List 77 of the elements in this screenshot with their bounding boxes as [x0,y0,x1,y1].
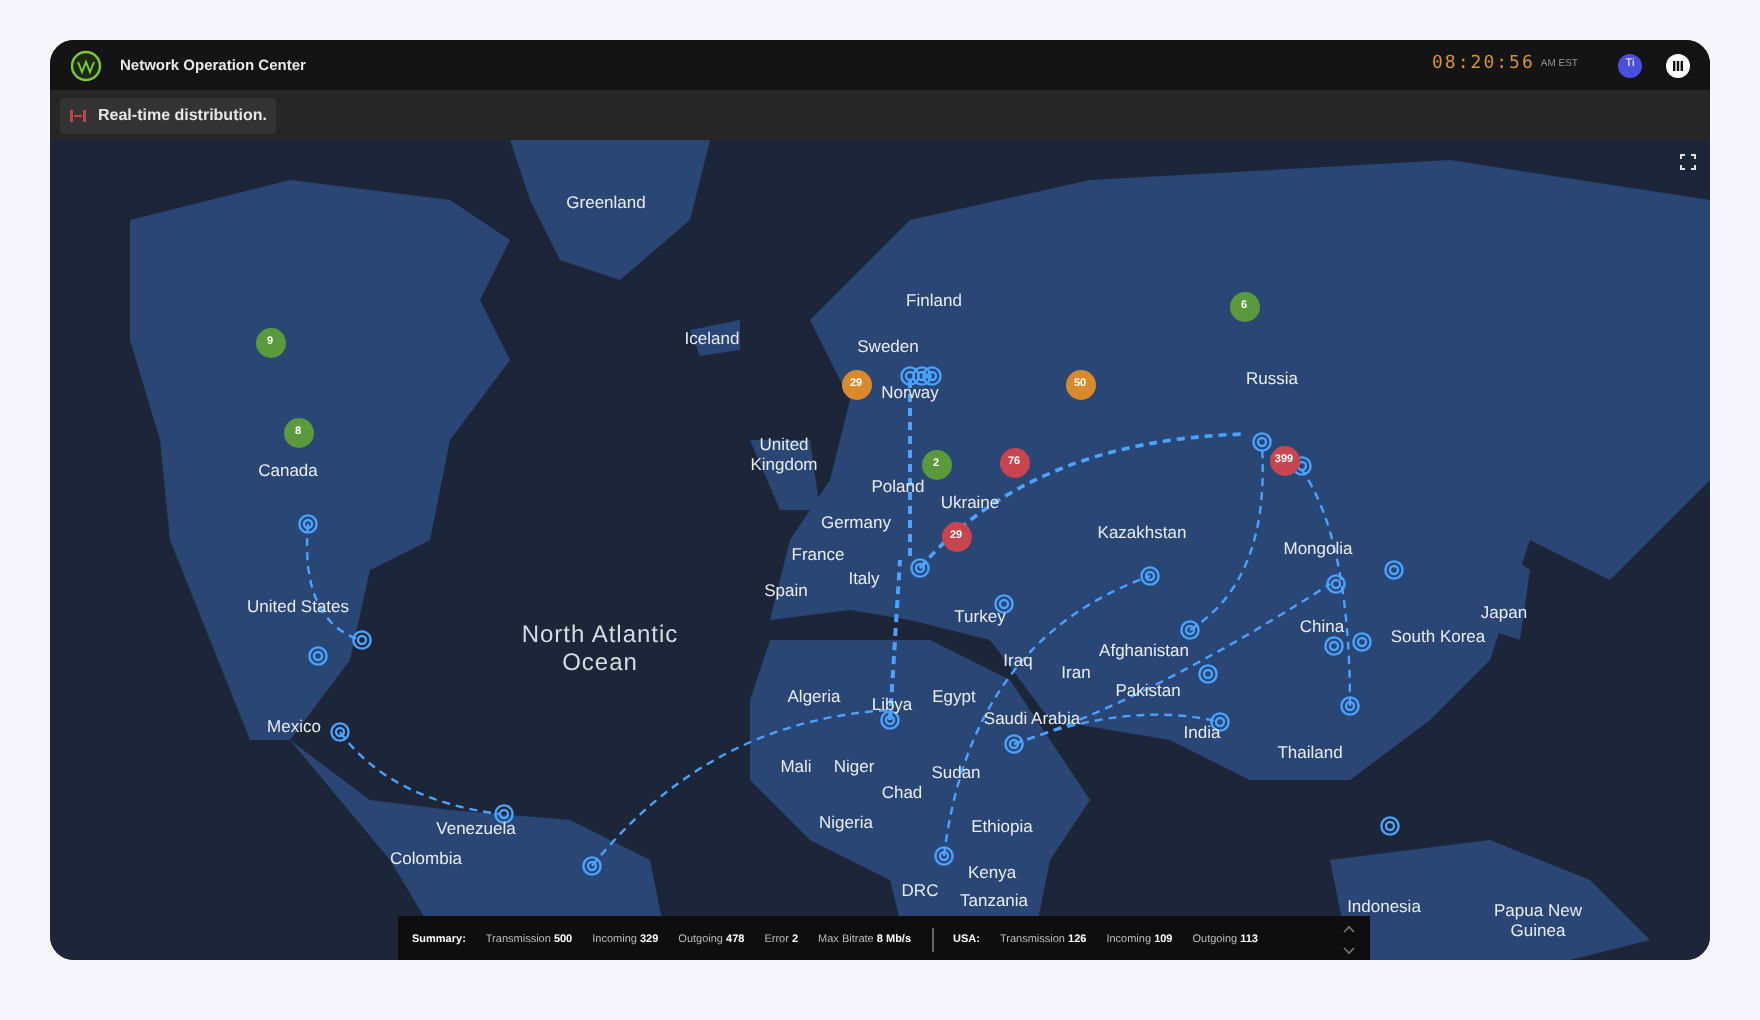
fullscreen-icon[interactable] [1680,154,1696,170]
country-label: Algeria [787,686,841,706]
country-label: Poland [871,476,925,496]
country-label: South Korea [1390,626,1486,646]
country-label: China [1299,616,1345,636]
country-label: Turkey [954,606,1006,626]
location-marker-icon[interactable] [1352,632,1372,652]
location-marker-icon[interactable] [308,646,328,666]
location-marker-icon[interactable] [1340,696,1360,716]
location-marker-icon[interactable] [352,630,372,650]
country-label: Iceland [684,328,740,348]
location-marker-icon[interactable] [494,804,514,824]
toolbar-tab[interactable]: Real-time distribution. [60,97,277,133]
country-label: Niger [833,756,875,776]
country-label: Colombia [390,848,462,868]
location-marker-icon[interactable] [298,514,318,534]
country-label: Kenya [967,862,1017,882]
country-label: Pakistan [1115,680,1181,700]
location-marker-icon[interactable] [330,722,350,742]
country-label: Afghanistan [1099,640,1189,660]
location-marker-icon[interactable] [1140,566,1160,586]
country-label: Indonesia [1347,896,1421,916]
logo-icon [70,49,102,81]
country-label: Chad [881,782,923,802]
country-label: Italy [848,568,880,588]
country-label: Saudi Arabia [983,708,1081,728]
country-label: Ukraine [940,492,1000,512]
country-label: Spain [764,580,808,600]
scroll-arrows-icon[interactable] [1342,924,1356,956]
country-label: Germany [821,512,891,532]
location-marker-icon[interactable] [1384,560,1404,580]
country-label: United States [246,596,350,616]
location-marker-icon[interactable] [922,366,942,386]
location-marker-icon[interactable] [880,710,900,730]
country-label: Russia [1246,368,1298,388]
location-marker-icon[interactable] [910,558,930,578]
location-marker-icon[interactable] [1324,636,1344,656]
location-marker-icon[interactable] [900,366,920,386]
location-marker-icon[interactable] [1252,432,1272,452]
country-label: Greenland [566,192,646,212]
country-label: Nigeria [819,812,873,832]
country-label: Mali [780,756,812,776]
country-label: Egypt [932,686,976,706]
country-label: Japan [1480,602,1528,622]
ocean-label: North Atlantic Ocean [520,620,680,676]
country-label: Kazakhstan [1097,522,1187,542]
country-label: Venezuela [436,818,516,838]
country-label: Tanzania [959,890,1029,910]
country-label: Finland [906,290,962,310]
country-label: Sweden [857,336,919,356]
country-label: Norway [881,382,939,402]
location-marker-icon[interactable] [1004,734,1024,754]
menu-icon[interactable] [1666,53,1690,77]
country-label: Libya [871,694,913,714]
location-marker-icon[interactable] [582,856,602,876]
country-label: India [1183,722,1221,742]
country-label: France [791,544,845,564]
country-label: Iraq [1003,650,1033,670]
location-marker-icon[interactable] [1292,456,1312,476]
location-marker-icon[interactable] [1198,664,1218,684]
country-label: Papua New Guinea [1492,900,1584,940]
country-label: Mongolia [1283,538,1353,558]
location-marker-icon[interactable] [1180,620,1200,640]
country-label: Ethiopia [971,816,1033,836]
location-marker-icon[interactable] [912,366,932,386]
country-label: Canada [258,460,318,480]
country-label: Sudan [931,762,981,782]
country-label: Thailand [1277,742,1343,762]
location-marker-icon[interactable] [934,846,954,866]
country-label: Mexico [267,716,321,736]
clock-time: 08:20:56 [1432,51,1535,78]
country-label: DRC [901,880,939,900]
country-label: United Kingdom [748,434,820,474]
location-marker-icon[interactable] [1326,574,1346,594]
location-marker-icon[interactable] [1380,816,1400,836]
distribution-icon [70,109,86,121]
country-label: Iran [1061,662,1091,682]
